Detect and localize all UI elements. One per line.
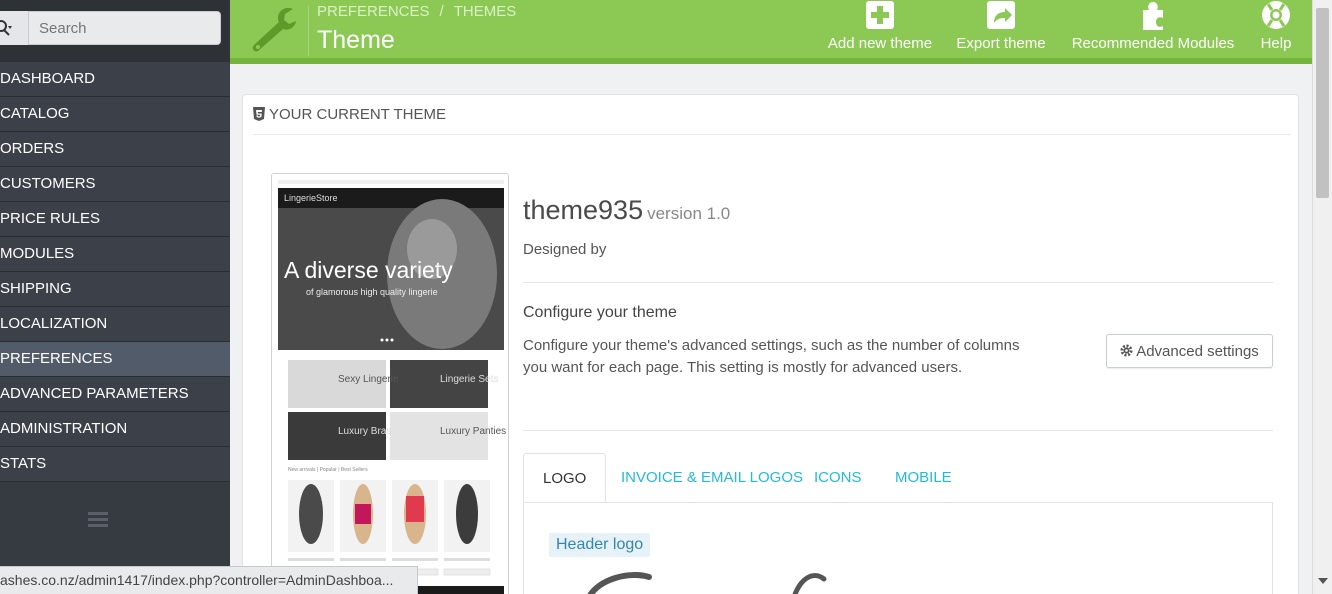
recommended-modules-label: Recommended Modules (1071, 35, 1235, 52)
sidebar-item-orders[interactable]: ORDERS (0, 132, 230, 167)
current-theme-panel: YOUR CURRENT THEME LingerieStore A diver… (242, 94, 1299, 594)
panel-heading-text: YOUR CURRENT THEME (269, 106, 446, 123)
status-bar-url: ashes.co.nz/admin1417/index.php?controll… (0, 566, 418, 594)
search-input[interactable] (28, 11, 221, 45)
theme-name: theme935 version 1.0 (523, 195, 730, 226)
wrench-icon (252, 7, 296, 52)
main-nav: DASHBOARD CATALOG ORDERS CUSTOMERS PRICE RUL… (0, 62, 230, 482)
export-theme-button[interactable]: Export theme (952, 0, 1050, 58)
breadcrumb: PREFERENCES / THEMES (317, 3, 517, 20)
tab-icons[interactable]: ICONS (814, 453, 862, 503)
search-bar (0, 0, 230, 62)
recommended-modules-button[interactable]: Recommended Modules (1066, 0, 1240, 58)
help-label: Help (1260, 35, 1292, 52)
sidebar-item-preferences[interactable]: PREFERENCES (0, 342, 230, 377)
panel-heading: YOUR CURRENT THEME (253, 101, 1290, 135)
lifebuoy-icon (1262, 1, 1290, 29)
tab-content-logo: Header logo (523, 502, 1273, 594)
tab-logo[interactable]: LOGO (523, 453, 607, 503)
sidebar-item-catalog[interactable]: CATALOG (0, 97, 230, 132)
sidebar-item-administration[interactable]: ADMINISTRATION (0, 412, 230, 447)
preview-tile-1: Sexy Lingerie (338, 374, 399, 385)
header-logo-image[interactable] (579, 567, 839, 594)
sidebar-item-shipping[interactable]: SHIPPING (0, 272, 230, 307)
help-button[interactable]: Help (1254, 0, 1298, 58)
preview-banner-line2: of glamorous high quality lingerie (306, 287, 438, 297)
tab-mobile[interactable]: MOBILE (895, 453, 952, 503)
preview-section-label: New arrivals | Popular | Best Sellers (288, 467, 368, 473)
add-new-theme-button[interactable]: Add new theme (824, 0, 936, 58)
preview-tile-2: Lingerie Sets (440, 374, 498, 385)
sidebar-item-advanced-parameters[interactable]: ADVANCED PARAMETERS (0, 377, 230, 412)
divider (523, 430, 1273, 431)
share-icon (987, 1, 1015, 29)
gear-icon (1120, 343, 1133, 357)
divider (523, 282, 1273, 283)
preview-banner-line1: A diverse variety (284, 257, 453, 283)
header-divider (308, 6, 309, 56)
add-new-theme-label: Add new theme (827, 35, 933, 52)
theme-screenshot: LingerieStore A diverse variety of glamo… (272, 174, 508, 594)
configure-title: Configure your theme (523, 304, 677, 321)
breadcrumb-preferences[interactable]: PREFERENCES (317, 3, 430, 20)
plus-square-icon (866, 1, 894, 29)
scrollbar-thumb[interactable] (1316, 8, 1329, 198)
header-logo-label: Header logo (549, 533, 651, 557)
tab-invoice-email-logos[interactable]: INVOICE & EMAIL LOGOS (621, 453, 803, 503)
theme-name-text: theme935 (523, 195, 644, 225)
sidebar-item-price-rules[interactable]: PRICE RULES (0, 202, 230, 237)
designed-by: Designed by (523, 241, 607, 258)
configure-description: Configure your theme's advanced settings… (523, 337, 1020, 376)
preview-store-name: LingerieStore (284, 193, 338, 203)
sidebar-item-modules[interactable]: MODULES (0, 237, 230, 272)
page-header: PREFERENCES / THEMES Theme Add new theme E… (230, 0, 1312, 64)
sidebar: DASHBOARDCATALOGORDERSCUSTOMERSPRICE RUL… (0, 0, 230, 594)
vertical-scrollbar[interactable] (1312, 0, 1332, 594)
breadcrumb-themes[interactable]: THEMES (454, 3, 517, 20)
puzzle-icon (1143, 2, 1163, 30)
advanced-settings-button[interactable]: Advanced settings (1106, 334, 1273, 368)
page-title: Theme (317, 26, 395, 54)
html5-icon (253, 107, 265, 121)
sidebar-item-customers[interactable]: CUSTOMERS (0, 167, 230, 202)
sidebar-item-localization[interactable]: LOCALIZATION (0, 307, 230, 342)
theme-preview-image: LingerieStore A diverse variety of glamo… (271, 173, 509, 594)
preview-tile-4: Luxury Panties (440, 426, 506, 437)
sidebar-item-dashboard[interactable]: DASHBOARD (0, 62, 230, 97)
export-theme-label: Export theme (956, 35, 1046, 52)
search-icon[interactable] (0, 11, 28, 45)
menu-collapse-icon[interactable] (88, 512, 108, 528)
preview-tile-3: Luxury Bras (338, 426, 391, 437)
advanced-settings-label: Advanced settings (1136, 342, 1259, 360)
theme-version: version 1.0 (647, 204, 731, 223)
sidebar-item-stats[interactable]: STATS (0, 447, 230, 482)
scroll-down-arrow-icon[interactable] (1318, 578, 1328, 584)
